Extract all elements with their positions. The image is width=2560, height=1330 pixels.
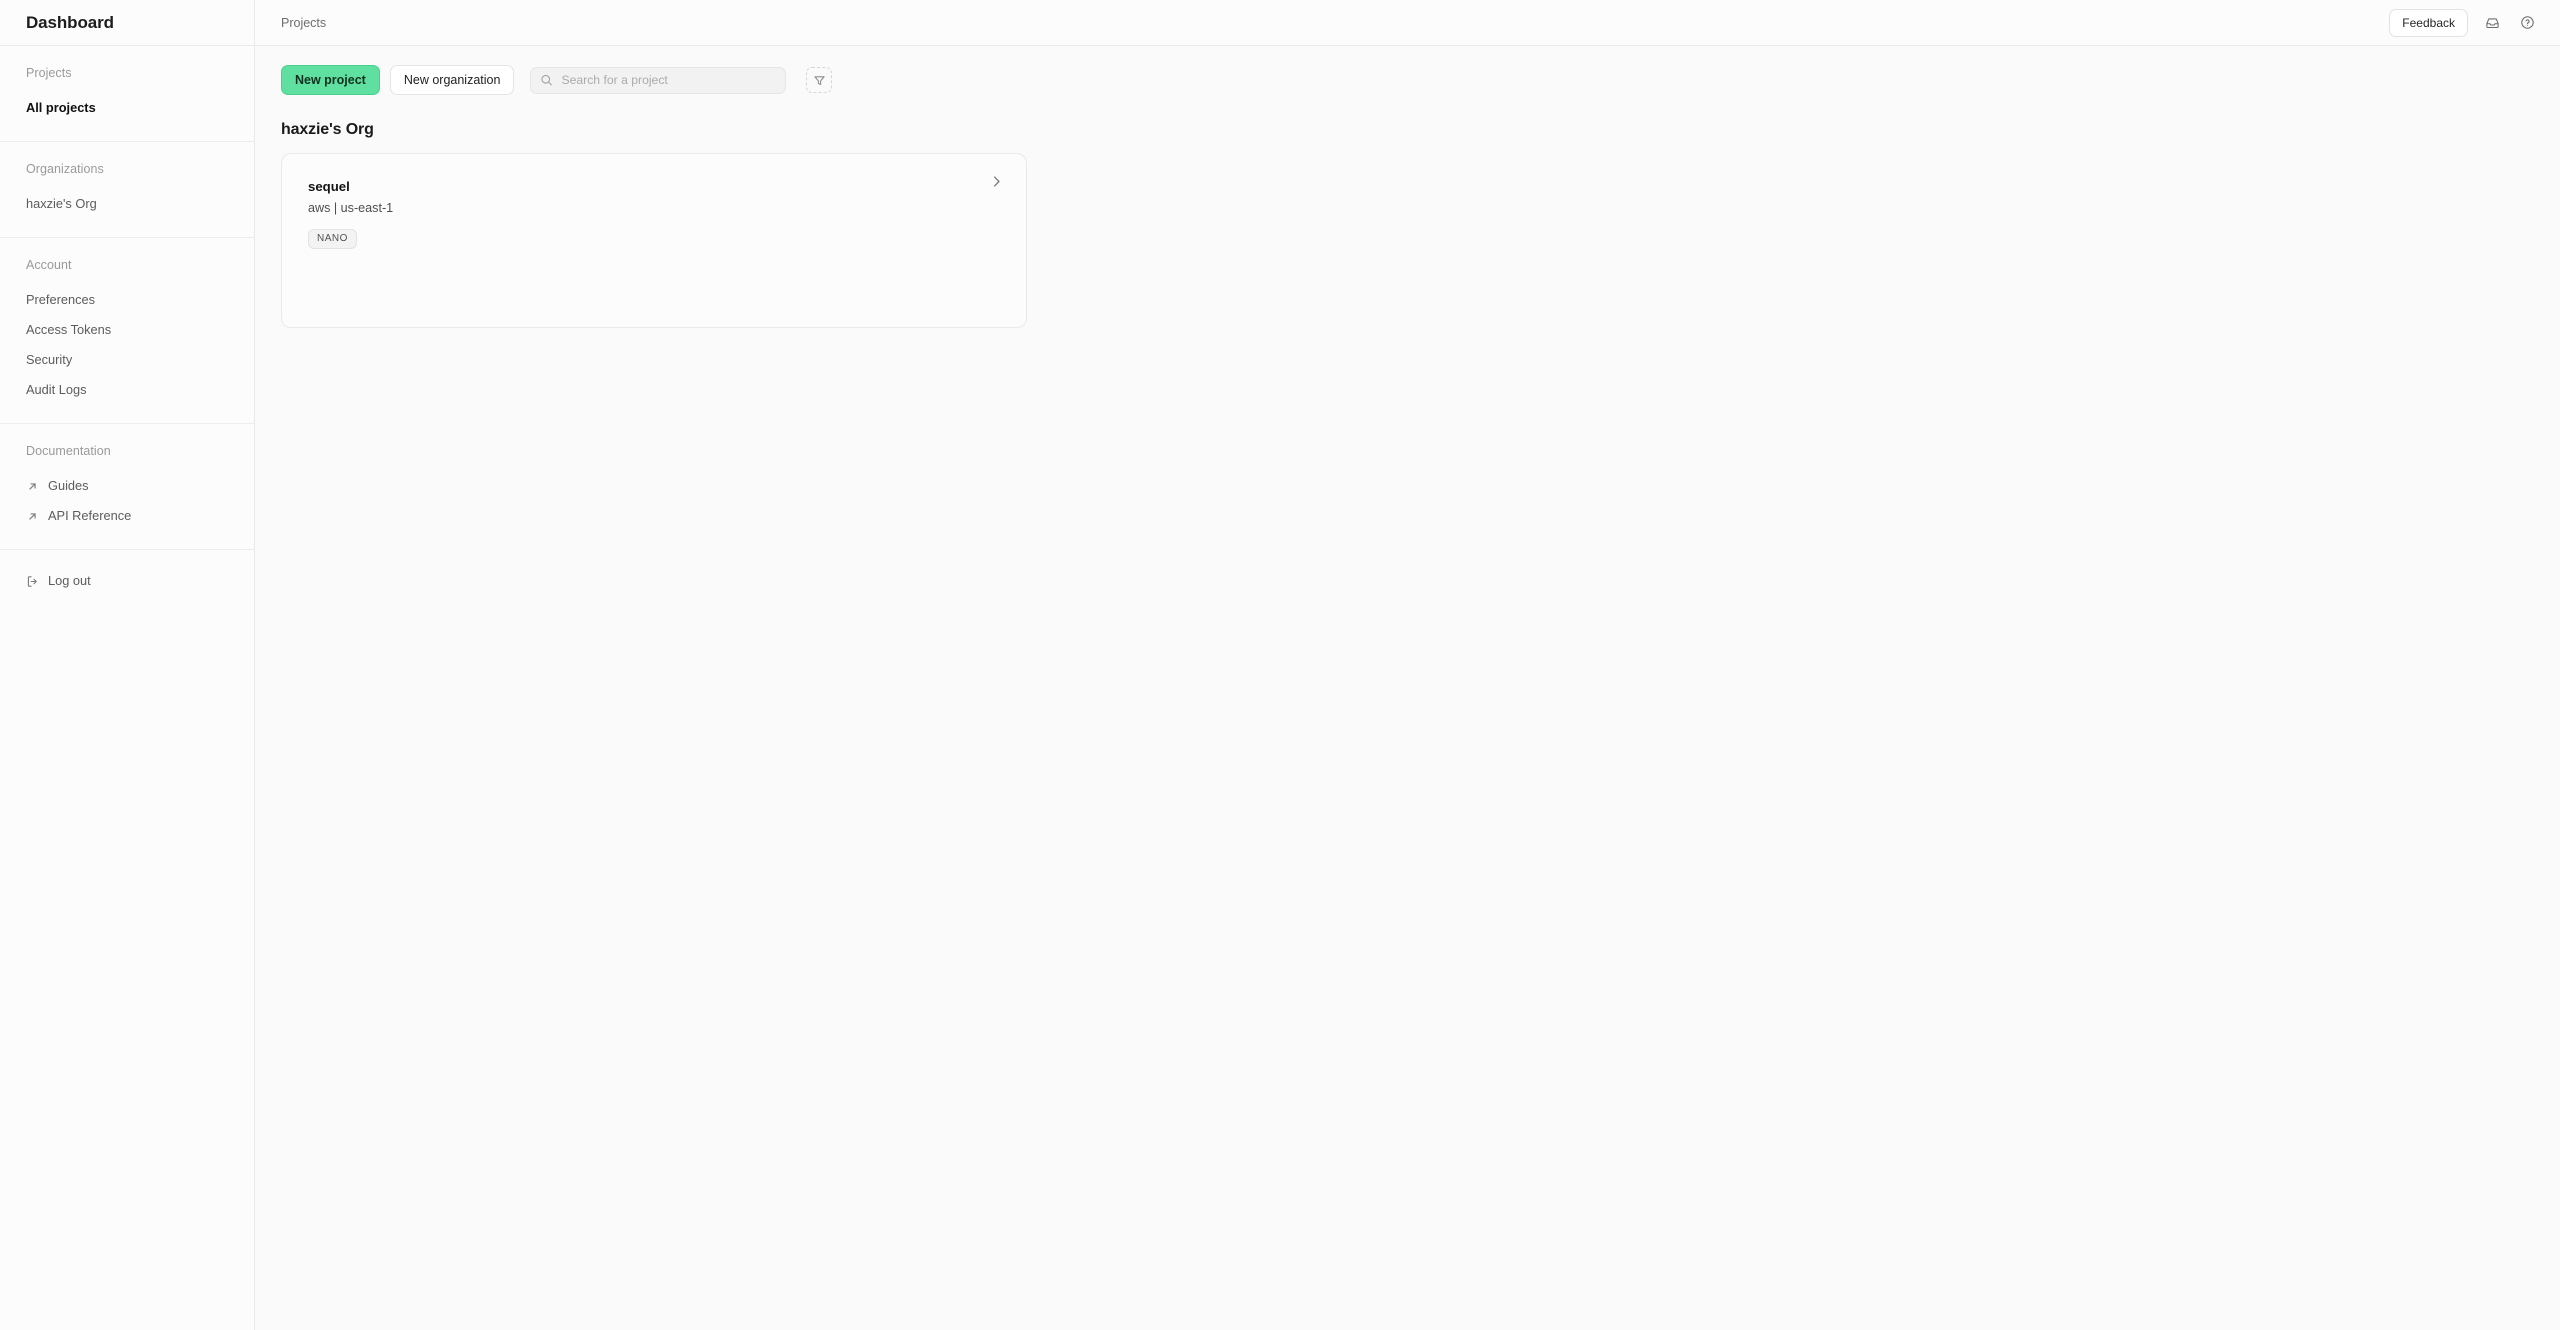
sidebar-item-preferences[interactable]: Preferences — [0, 285, 254, 315]
sidebar-item-label: Security — [26, 352, 73, 367]
sidebar-section-account: Account Preferences Access Tokens Securi… — [0, 238, 254, 424]
sidebar-item-label: Audit Logs — [26, 382, 87, 397]
project-meta: aws | us-east-1 — [308, 201, 394, 215]
sidebar-item-guides[interactable]: Guides — [0, 471, 254, 501]
app-root: Dashboard Projects All projects Organiza… — [0, 0, 2560, 1330]
sidebar-item-label: All projects — [26, 100, 96, 115]
project-name: sequel — [308, 179, 350, 194]
help-circle-icon[interactable] — [2516, 12, 2538, 34]
external-link-icon — [26, 510, 39, 523]
sidebar-item-audit-logs[interactable]: Audit Logs — [0, 375, 254, 405]
sidebar-item-label: Preferences — [26, 292, 95, 307]
sidebar: Dashboard Projects All projects Organiza… — [0, 0, 255, 1330]
external-link-icon — [26, 480, 39, 493]
sidebar-section-organizations: Organizations haxzie's Org — [0, 142, 254, 238]
sidebar-item-security[interactable]: Security — [0, 345, 254, 375]
plan-badge: NANO — [308, 229, 357, 249]
topbar: Projects Feedback — [255, 0, 2560, 46]
chevron-right-icon[interactable] — [989, 174, 1004, 189]
sidebar-section-label-projects: Projects — [26, 66, 72, 80]
breadcrumb[interactable]: Projects — [281, 16, 326, 30]
new-project-button[interactable]: New project — [281, 65, 380, 95]
logout-button[interactable]: Log out — [0, 566, 254, 596]
sidebar-item-haxzies-org[interactable]: haxzie's Org — [0, 189, 254, 219]
sidebar-item-label: Access Tokens — [26, 322, 112, 337]
sidebar-item-access-tokens[interactable]: Access Tokens — [0, 315, 254, 345]
search-container — [530, 66, 787, 94]
inbox-icon[interactable] — [2481, 12, 2503, 34]
feedback-button[interactable]: Feedback — [2389, 8, 2468, 37]
topbar-actions: Feedback — [2389, 8, 2538, 37]
sidebar-item-label: haxzie's Org — [26, 196, 97, 211]
project-grid: sequel aws | us-east-1 NANO — [281, 153, 2534, 328]
sidebar-item-all-projects[interactable]: All projects — [0, 93, 254, 123]
sidebar-section-label-account: Account — [26, 258, 72, 272]
logout-icon — [26, 575, 39, 588]
project-card-sequel[interactable]: sequel aws | us-east-1 NANO — [281, 153, 1027, 328]
main-area: Projects Feedback New project New organi… — [255, 0, 2560, 1330]
projects-content: haxzie's Org sequel aws | us-east-1 NANO — [255, 95, 2560, 328]
org-heading: haxzie's Org — [281, 121, 374, 138]
logout-label: Log out — [48, 573, 91, 588]
app-title: Dashboard — [26, 12, 114, 32]
filter-icon[interactable] — [806, 67, 833, 93]
sidebar-section-projects: Projects All projects — [0, 46, 254, 142]
sidebar-item-label: Guides — [48, 478, 89, 493]
sidebar-section-label-organizations: Organizations — [26, 162, 104, 176]
sidebar-item-label: API Reference — [48, 508, 132, 523]
sidebar-section-label-documentation: Documentation — [26, 444, 111, 458]
projects-toolbar: New project New organization — [255, 46, 2560, 95]
sidebar-item-api-reference[interactable]: API Reference — [0, 501, 254, 531]
sidebar-header: Dashboard — [0, 0, 254, 46]
new-organization-button[interactable]: New organization — [389, 65, 515, 95]
sidebar-section-logout: Log out — [0, 549, 254, 612]
search-input[interactable] — [530, 66, 787, 94]
project-badges: NANO — [308, 228, 1000, 249]
sidebar-section-documentation: Documentation Guides API Reference — [0, 424, 254, 549]
